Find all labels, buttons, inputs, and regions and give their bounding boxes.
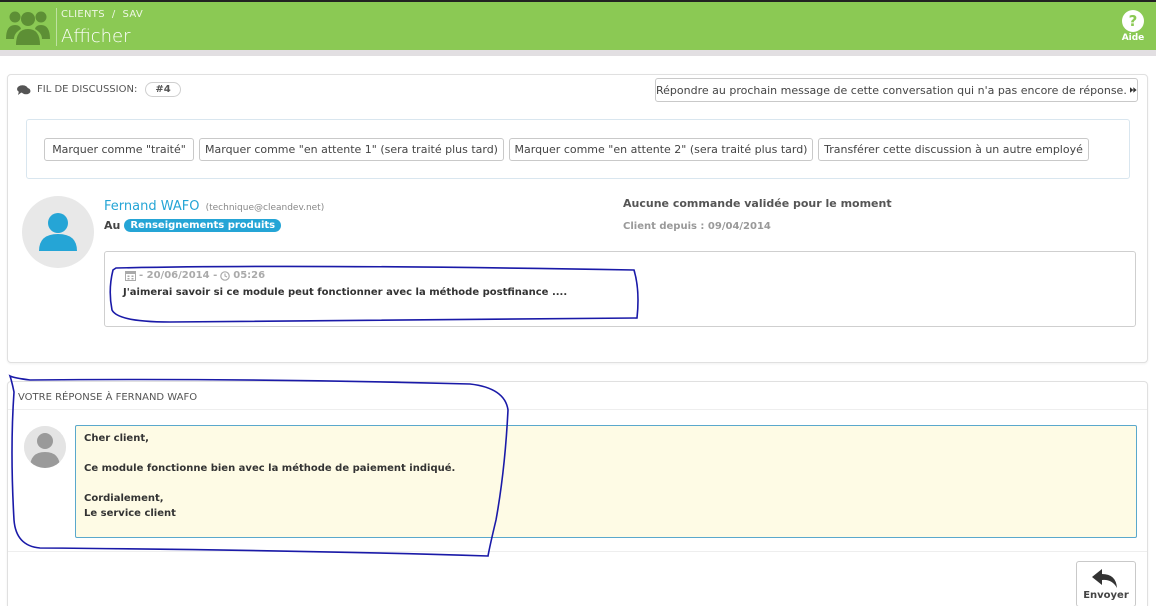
- topic-badge: Renseignements produits: [124, 219, 282, 232]
- client-since: Client depuis : 09/04/2014: [623, 221, 771, 232]
- thread-label: FIL DE DISCUSSION:: [37, 84, 138, 95]
- top-header: CLIENTS / SAV Afficher ? Aide: [0, 0, 1156, 50]
- fast-forward-icon: [1129, 87, 1137, 93]
- mark-pending1-button[interactable]: Marquer comme "en attente 1" (sera trait…: [199, 138, 504, 161]
- reply-heading: VOTRE RÉPONSE À FERNAND WAFO: [18, 392, 198, 403]
- breadcrumb-clients[interactable]: CLIENTS: [61, 9, 105, 20]
- help-button[interactable]: ? Aide: [1120, 10, 1146, 43]
- reply-next-message-button[interactable]: Répondre au prochain message de cette co…: [655, 78, 1138, 102]
- mark-handled-button[interactable]: Marquer comme "traité": [44, 138, 194, 161]
- comments-icon: [17, 84, 31, 95]
- divider: [8, 409, 1147, 410]
- message-meta: - 20/06/2014 - 05:26: [125, 270, 265, 281]
- topic-prefix: Au: [104, 219, 121, 232]
- reply-next-message-label: Répondre au prochain message de cette co…: [656, 83, 1127, 97]
- message-date: - 20/06/2014 -: [139, 270, 218, 281]
- customer-name[interactable]: Fernand WAFO: [104, 199, 199, 214]
- user-silhouette-icon: [24, 426, 66, 468]
- divider: [8, 551, 1147, 552]
- reply-panel: VOTRE RÉPONSE À FERNAND WAFO Cher client…: [7, 381, 1148, 606]
- mark-pending2-button[interactable]: Marquer comme "en attente 2" (sera trait…: [509, 138, 813, 161]
- order-status: Aucune commande validée pour le moment: [623, 197, 892, 210]
- help-icon: ?: [1122, 10, 1144, 32]
- reply-arrow-icon: [1092, 569, 1117, 588]
- customer-email: (technique@cleandev.net): [205, 203, 325, 213]
- page-title: Afficher: [61, 26, 131, 47]
- user-icon: [39, 213, 77, 251]
- breadcrumb-sav[interactable]: SAV: [123, 9, 143, 20]
- employee-avatar: [24, 426, 66, 468]
- customer-avatar: [22, 196, 94, 268]
- reply-textarea[interactable]: Cher client, Ce module fonctionne bien a…: [75, 425, 1137, 538]
- calendar-icon: [125, 271, 136, 281]
- breadcrumb-separator: /: [111, 9, 116, 20]
- customer-name-line: Fernand WAFO (technique@cleandev.net): [104, 199, 324, 214]
- thread-heading: FIL DE DISCUSSION: #4: [17, 82, 181, 97]
- breadcrumb: CLIENTS / SAV: [61, 9, 143, 20]
- header-divider: [56, 8, 57, 46]
- send-button[interactable]: Envoyer: [1076, 561, 1136, 606]
- clock-icon: [220, 270, 231, 281]
- thread-panel: FIL DE DISCUSSION: #4 Répondre au procha…: [7, 74, 1148, 363]
- customer-message: - 20/06/2014 - 05:26 J'aimerai savoir si…: [104, 251, 1136, 327]
- message-time: 05:26: [233, 270, 266, 281]
- customer-topic: Au Renseignements produits: [104, 219, 282, 232]
- help-label: Aide: [1121, 33, 1145, 43]
- send-label: Envoyer: [1083, 590, 1129, 601]
- header-shadow: [0, 50, 1156, 56]
- message-text: J'aimerai savoir si ce module peut fonct…: [123, 287, 568, 298]
- status-actions-bar: Marquer comme "traité" Marquer comme "en…: [26, 119, 1130, 179]
- customers-group-icon: [6, 11, 50, 45]
- transfer-discussion-button[interactable]: Transférer cette discussion à un autre e…: [818, 138, 1089, 161]
- thread-number-badge: #4: [145, 82, 181, 97]
